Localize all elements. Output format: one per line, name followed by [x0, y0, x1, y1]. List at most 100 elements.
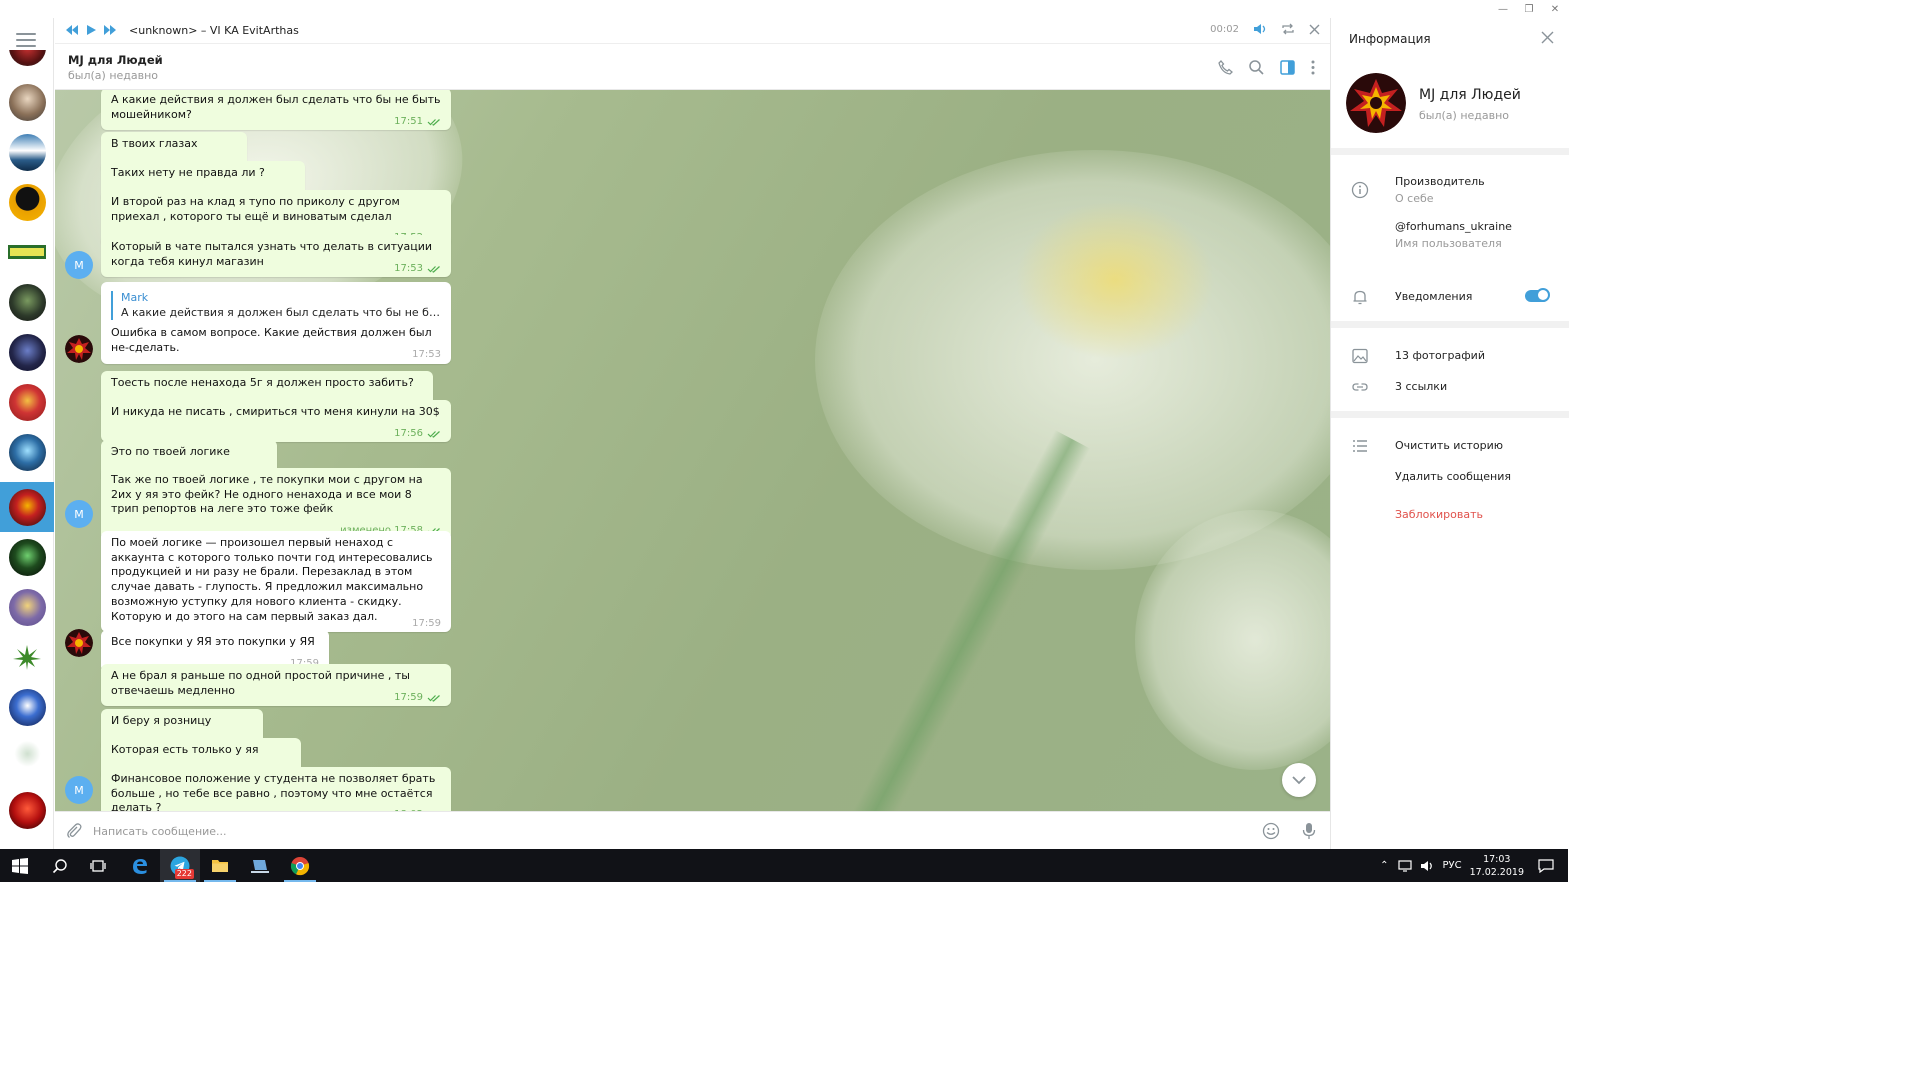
- chat-list-item[interactable]: [0, 77, 54, 127]
- taskbar-explorer[interactable]: [200, 849, 240, 882]
- avatar: [8, 433, 46, 471]
- maximize-icon[interactable]: ❐: [1516, 0, 1542, 18]
- chat-title[interactable]: MJ для Людей: [68, 53, 163, 67]
- network-icon[interactable]: [1398, 859, 1413, 872]
- clear-history-button[interactable]: Очистить историю: [1395, 439, 1503, 452]
- task-view-button[interactable]: [78, 849, 118, 882]
- channel-avatar[interactable]: [65, 335, 93, 363]
- reply-text: А какие действия я должен был сделать чт…: [121, 305, 441, 319]
- task-view-icon: [90, 859, 106, 872]
- avatar: [8, 638, 46, 676]
- message-text: Финансовое положение у студента не позво…: [111, 772, 436, 811]
- outgoing-message[interactable]: А какие действия я должен был сделать чт…: [101, 90, 451, 131]
- sidebar-toggle-icon[interactable]: [1279, 59, 1296, 76]
- taskbar-search-button[interactable]: [40, 849, 80, 882]
- profile-avatar[interactable]: [1346, 73, 1406, 133]
- chat-list-item[interactable]: [0, 632, 54, 682]
- chat-list-item[interactable]: [0, 682, 54, 732]
- message-input[interactable]: [93, 823, 1193, 839]
- message-meta: 17:59: [394, 691, 441, 706]
- chat-list-item[interactable]: [0, 582, 54, 632]
- search-icon: [52, 858, 67, 873]
- info-icon: [1351, 181, 1369, 199]
- incoming-message[interactable]: Mark А какие действия я должен был сделат…: [101, 282, 451, 364]
- taskbar-app[interactable]: [240, 849, 280, 882]
- volume-icon[interactable]: [1253, 23, 1267, 35]
- speaker-icon[interactable]: [1420, 860, 1434, 872]
- repeat-icon[interactable]: [1281, 23, 1295, 35]
- input-language[interactable]: РУС: [1442, 860, 1461, 871]
- wallpaper-flower-center: [1015, 200, 1215, 360]
- notifications-toggle[interactable]: [1525, 288, 1550, 302]
- clock[interactable]: 17:03 17.02.2019: [1470, 853, 1524, 879]
- links-link[interactable]: 3 ссылки: [1395, 380, 1447, 393]
- scroll-down-button[interactable]: [1282, 763, 1316, 797]
- window-controls: — ❐ ✕: [1490, 0, 1568, 18]
- chat-list-item[interactable]: [0, 732, 54, 782]
- sender-avatar[interactable]: M: [65, 500, 93, 528]
- incoming-message[interactable]: По моей логике — произошел первый ненахо…: [101, 531, 451, 633]
- chat-list-item[interactable]: [0, 532, 54, 582]
- search-icon[interactable]: [1248, 59, 1265, 76]
- notification-center-icon[interactable]: [1538, 858, 1554, 873]
- attach-icon[interactable]: [65, 822, 83, 840]
- message-list[interactable]: А какие действия я должен был сделать чт…: [55, 90, 1330, 811]
- close-icon[interactable]: [1541, 31, 1554, 44]
- block-button[interactable]: Заблокировать: [1395, 508, 1483, 521]
- chat-list-item[interactable]: [0, 50, 54, 70]
- message-text: Таких нету не правда ли ?: [111, 166, 265, 179]
- message-meta: 17:59: [412, 617, 441, 632]
- delete-messages-button[interactable]: Удалить сообщения: [1395, 470, 1511, 483]
- message-meta: 17:56: [394, 427, 441, 442]
- taskbar-edge[interactable]: [120, 849, 160, 882]
- chat-list-item[interactable]: [0, 277, 54, 327]
- chat-list-item[interactable]: [0, 785, 54, 835]
- avatar: [8, 738, 46, 776]
- outgoing-message[interactable]: Так же по твоей логике , те покупки мои …: [101, 468, 451, 540]
- previous-track-icon[interactable]: [65, 24, 79, 36]
- chat-list-item[interactable]: [0, 427, 54, 477]
- next-track-icon[interactable]: [103, 24, 117, 36]
- reply-quote[interactable]: Mark А какие действия я должен был сделат…: [111, 291, 441, 321]
- more-icon[interactable]: [1310, 59, 1316, 76]
- close-window-icon[interactable]: ✕: [1542, 0, 1568, 18]
- tray-chevron-up-icon[interactable]: ⌃: [1380, 860, 1388, 871]
- chat-list-item[interactable]: [0, 227, 54, 277]
- chat-list-item[interactable]: [0, 377, 54, 427]
- call-icon[interactable]: [1217, 59, 1234, 76]
- chat-status: был(а) недавно: [68, 69, 159, 82]
- chat-list-item[interactable]: [0, 127, 54, 177]
- outgoing-message[interactable]: Который в чате пытался узнать что делать…: [101, 235, 451, 278]
- divider: [1331, 321, 1569, 328]
- sender-avatar[interactable]: M: [65, 776, 93, 804]
- outgoing-message[interactable]: А не брал я раньше по одной простой прич…: [101, 664, 451, 707]
- about-text: Производитель: [1395, 175, 1485, 188]
- microphone-icon[interactable]: [1301, 822, 1317, 840]
- message-time: 17:59: [412, 617, 441, 629]
- taskbar-telegram[interactable]: 222: [160, 849, 200, 882]
- emoji-icon[interactable]: [1262, 822, 1280, 840]
- outgoing-message[interactable]: И никуда не писать , смириться что меня …: [101, 400, 451, 443]
- outgoing-message[interactable]: Финансовое положение у студента не позво…: [101, 767, 451, 811]
- taskbar-chrome[interactable]: [280, 849, 320, 882]
- chat-list-item[interactable]: [0, 327, 54, 377]
- username-text[interactable]: @forhumans_ukraine: [1395, 220, 1512, 233]
- photos-link[interactable]: 13 фотографий: [1395, 349, 1485, 362]
- avatar: [8, 488, 46, 526]
- sender-avatar[interactable]: M: [65, 251, 93, 279]
- taskbar: 222 ⌃ РУС 17:03 17.02.2019: [0, 849, 1568, 882]
- message-text: Которая есть только у яя: [111, 743, 259, 756]
- close-player-icon[interactable]: [1309, 24, 1320, 35]
- divider: [1331, 148, 1569, 155]
- message-meta: 17:53: [412, 348, 441, 363]
- play-icon[interactable]: [85, 24, 97, 36]
- chrome-icon: [290, 856, 310, 875]
- chat-list-item[interactable]: [0, 177, 54, 227]
- menu-icon[interactable]: [16, 33, 36, 47]
- start-button[interactable]: [0, 849, 40, 882]
- channel-avatar[interactable]: [65, 629, 93, 657]
- minimize-icon[interactable]: —: [1490, 0, 1516, 18]
- chat-list-item-active[interactable]: [0, 482, 54, 532]
- notifications-label: Уведомления: [1395, 290, 1473, 303]
- message-time: 17:56: [394, 427, 423, 439]
